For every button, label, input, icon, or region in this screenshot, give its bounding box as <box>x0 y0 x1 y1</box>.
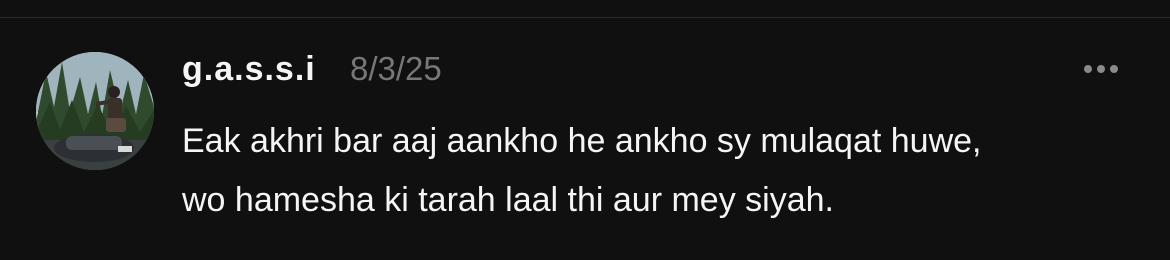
post-text-line: Eak akhri bar aaj aankho he ankho sy mul… <box>182 122 982 160</box>
post-text-line: wo hamesha ki tarah laal thi aur mey siy… <box>182 181 834 219</box>
username[interactable]: g.a.s.s.i <box>182 50 316 88</box>
timestamp: 8/3/25 <box>350 50 442 87</box>
ellipsis-icon <box>1084 65 1092 73</box>
avatar-image <box>36 52 154 170</box>
post-item[interactable]: g.a.s.s.i 8/3/25 Eak akhri bar aaj aankh… <box>0 0 1170 242</box>
ellipsis-icon <box>1110 65 1118 73</box>
more-options-button[interactable] <box>1076 56 1126 82</box>
ellipsis-icon <box>1097 65 1105 73</box>
avatar[interactable] <box>36 52 154 170</box>
post-text: Eak akhri bar aaj aankho he ankho sy mul… <box>182 112 1142 230</box>
